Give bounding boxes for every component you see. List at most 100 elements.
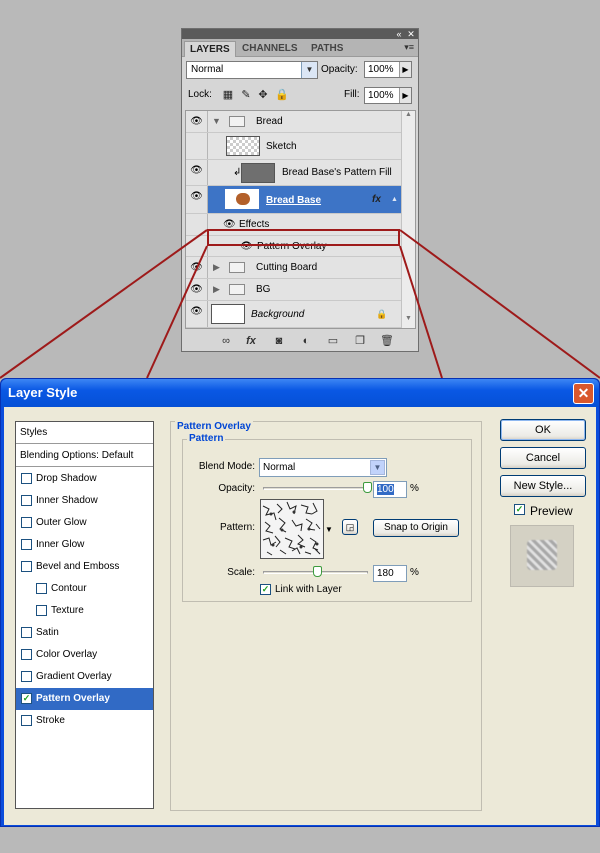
fx-icon[interactable]: fx (372, 194, 381, 206)
lock-transparency-icon[interactable]: ▦ (222, 89, 234, 101)
scale-slider-thumb[interactable] (312, 566, 322, 577)
layer-row-pattern-fill[interactable]: 👁 ↲ Bread Base's Pattern Fill (186, 160, 403, 186)
style-item[interactable]: Texture (16, 600, 153, 622)
visibility-toggle-empty[interactable] (186, 133, 208, 159)
style-item[interactable]: Contour (16, 578, 153, 600)
collapsed-triangle-icon[interactable]: ▶ (213, 284, 220, 295)
style-item[interactable]: Inner Glow (16, 534, 153, 556)
trash-icon[interactable]: 🗑 (380, 334, 394, 348)
style-checkbox[interactable] (36, 605, 47, 616)
style-checkbox[interactable] (21, 495, 32, 506)
style-checkbox[interactable] (21, 517, 32, 528)
style-checkbox[interactable] (21, 649, 32, 660)
pattern-subgroup: Pattern Blend Mode: Normal ▼ Opacity: 10… (182, 433, 472, 602)
tab-channels[interactable]: CHANNELS (237, 41, 303, 57)
lock-image-icon[interactable]: ✎ (240, 89, 252, 101)
preview-checkbox[interactable]: ✓ (514, 504, 525, 515)
visibility-eye-icon[interactable]: 👁 (186, 301, 208, 327)
pattern-picker-arrow-icon[interactable]: ▼ (325, 524, 333, 536)
dialog-titlebar[interactable]: Layer Style ✕ (1, 379, 599, 407)
panel-menu-icon[interactable]: ▾≡ (404, 42, 414, 53)
callout-highlight (207, 229, 400, 246)
effects-toggle-icon[interactable]: ▲ (391, 194, 398, 206)
layer-row-sketch[interactable]: Sketch (186, 133, 403, 160)
visibility-eye-icon[interactable]: 👁 (186, 160, 208, 185)
style-checkbox[interactable]: ✓ (21, 693, 32, 704)
style-item-label: Satin (36, 627, 59, 638)
blend-mode-select[interactable]: Normal ▼ (259, 458, 387, 477)
new-style-button[interactable]: New Style... (500, 475, 586, 497)
style-checkbox[interactable] (21, 715, 32, 726)
link-icon[interactable]: ∞ (219, 334, 233, 348)
snap-to-origin-button[interactable]: Snap to Origin (373, 519, 459, 537)
style-item[interactable]: Stroke (16, 710, 153, 732)
layer-row-bg[interactable]: 👁 ▶ BG (186, 279, 403, 301)
collapsed-triangle-icon[interactable]: ▶ (213, 262, 220, 273)
new-group-icon[interactable]: ▭ (326, 334, 340, 348)
layer-row-bread[interactable]: 👁 ▼ Bread (186, 111, 403, 133)
ok-button[interactable]: OK (500, 419, 586, 441)
fill-label: Fill: (344, 89, 360, 100)
close-icon[interactable]: ✕ (406, 29, 416, 39)
scale-input[interactable]: 180 (373, 565, 407, 582)
layer-row-bread-base[interactable]: 👁 Bread Base fx ▲ (186, 186, 403, 214)
cancel-button[interactable]: Cancel (500, 447, 586, 469)
tab-layers[interactable]: LAYERS (184, 41, 236, 57)
new-layer-icon[interactable]: ❐ (353, 334, 367, 348)
fill-field[interactable]: 100% ▶ (364, 87, 412, 104)
chevron-down-icon: ▼ (301, 62, 317, 78)
blending-options-item[interactable]: Blending Options: Default (16, 445, 153, 467)
style-item[interactable]: Inner Shadow (16, 490, 153, 512)
opacity-input[interactable]: 100 (373, 481, 407, 498)
panel-tabs: LAYERS CHANNELS PATHS ▾≡ (182, 39, 418, 57)
layer-thumbnail (226, 136, 260, 156)
style-item[interactable]: Bevel and Emboss (16, 556, 153, 578)
lock-position-icon[interactable]: ✥ (257, 89, 269, 101)
style-item[interactable]: Drop Shadow (16, 468, 153, 490)
visibility-eye-icon[interactable]: 👁 (186, 279, 208, 300)
style-item[interactable]: ✓ Pattern Overlay (16, 688, 153, 710)
style-item-label: Contour (51, 583, 87, 594)
style-checkbox[interactable] (36, 583, 47, 594)
style-item[interactable]: Color Overlay (16, 644, 153, 666)
fill-arrow-icon[interactable]: ▶ (399, 88, 411, 103)
style-checkbox[interactable] (21, 627, 32, 638)
opacity-field[interactable]: 100% ▶ (364, 61, 412, 78)
style-item[interactable]: Satin (16, 622, 153, 644)
scroll-down-icon[interactable]: ▼ (402, 315, 415, 327)
layer-row-background[interactable]: 👁 Background 🔒 (186, 301, 403, 328)
opacity-slider-thumb[interactable] (363, 482, 372, 493)
visibility-eye-icon[interactable]: 👁 (186, 111, 208, 132)
tab-paths[interactable]: PATHS (306, 41, 348, 57)
style-checkbox[interactable] (21, 561, 32, 572)
layers-scrollbar[interactable]: ▲ ▼ (401, 111, 415, 328)
collapse-icon[interactable]: « (394, 29, 404, 39)
style-checkbox[interactable] (21, 671, 32, 682)
mask-icon[interactable]: ◙ (272, 334, 286, 348)
opacity-arrow-icon[interactable]: ▶ (399, 62, 411, 77)
layer-name: Sketch (266, 141, 297, 152)
styles-header[interactable]: Styles (16, 422, 153, 444)
pattern-swatch[interactable] (260, 499, 324, 559)
style-checkbox[interactable] (21, 539, 32, 550)
new-preset-icon[interactable]: ◲ (342, 519, 358, 535)
lock-icon: 🔒 (376, 309, 388, 319)
style-item-label: Color Overlay (36, 649, 98, 660)
style-item[interactable]: Outer Glow (16, 512, 153, 534)
fx-icon[interactable]: fx (244, 334, 258, 348)
blend-mode-select[interactable]: Normal ▼ (186, 61, 318, 79)
close-button[interactable]: ✕ (573, 383, 594, 404)
visibility-eye-icon[interactable]: 👁 (186, 257, 208, 278)
expanded-triangle-icon[interactable]: ▼ (212, 116, 221, 126)
style-checkbox[interactable] (21, 473, 32, 484)
lock-all-icon[interactable]: 🔒 (275, 89, 289, 101)
scroll-up-icon[interactable]: ▲ (402, 111, 415, 123)
adjustment-icon[interactable]: ◐ (299, 334, 313, 348)
style-item[interactable]: Gradient Overlay (16, 666, 153, 688)
layers-footer: ∞ fx ◙ ◐ ▭ ❐ 🗑 (182, 331, 418, 351)
opacity-slider-track[interactable] (263, 487, 368, 490)
visibility-eye-icon[interactable]: 👁 (186, 186, 208, 213)
layer-row-cutting-board[interactable]: 👁 ▶ Cutting Board (186, 257, 403, 279)
link-with-layer-checkbox[interactable]: ✓ (260, 584, 271, 595)
pattern-label: Pattern: (219, 522, 255, 533)
